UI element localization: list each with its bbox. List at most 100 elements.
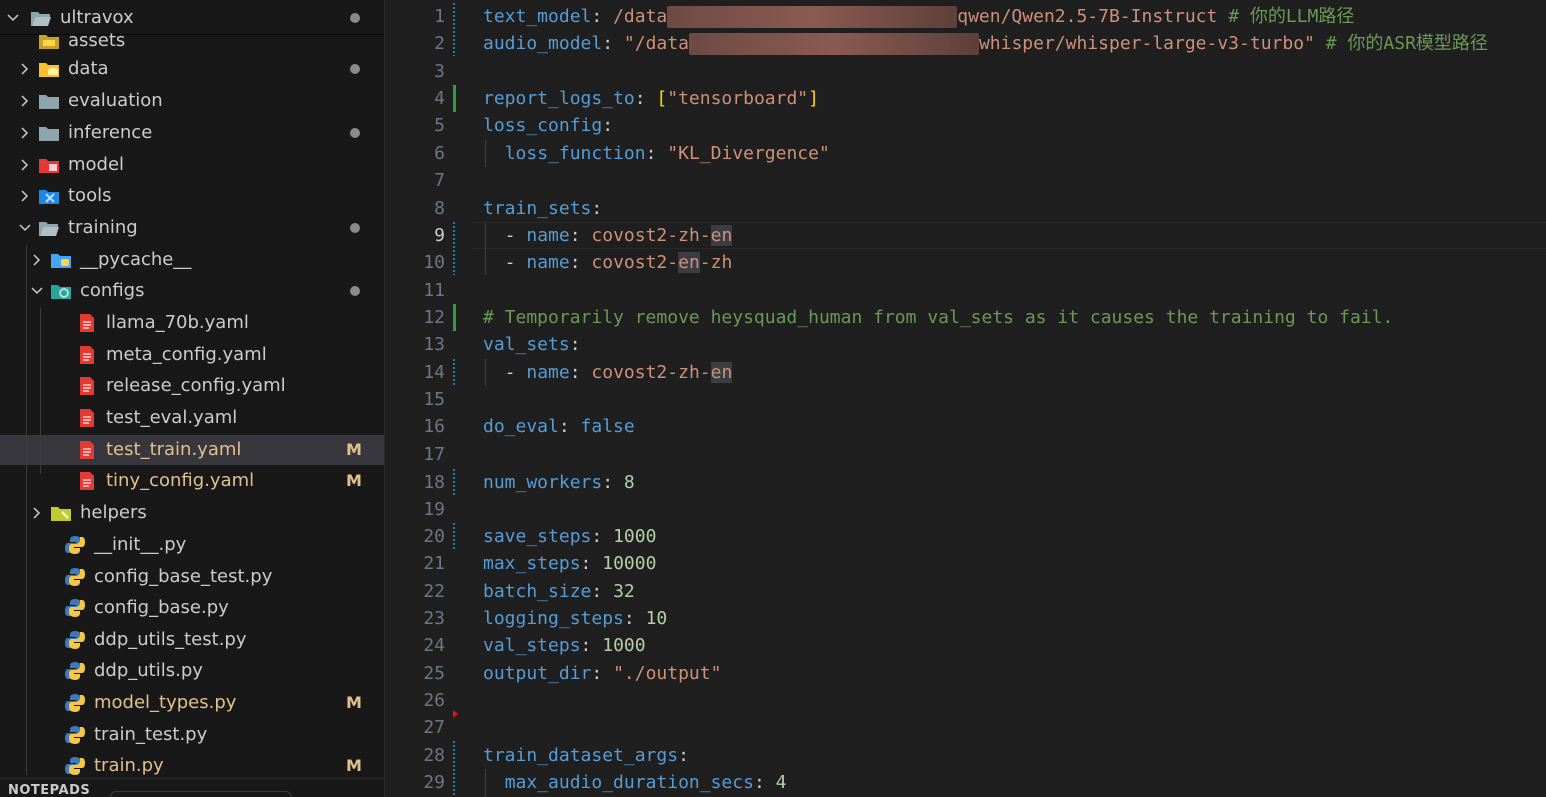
chevron-right-icon (18, 189, 32, 203)
line-number: 9 (434, 225, 445, 246)
item-label: helpers (80, 502, 147, 523)
git-status-badge: M (346, 693, 362, 712)
file-item-init-py[interactable]: __init__.py (0, 530, 384, 560)
code-line-29[interactable]: max_audio_duration_secs: 4 (483, 769, 787, 796)
file-item-tiny-config-yaml[interactable]: tiny_config.yaml M (0, 466, 384, 496)
tree-indent-guide (40, 308, 41, 474)
added-marker (453, 85, 456, 112)
code-line-12[interactable]: # Temporarily remove heysquad_human from… (483, 304, 1393, 331)
code-line-14[interactable]: - name: covost2-zh-en (483, 359, 733, 386)
code-line-1[interactable]: text_model: /data qwen/Qwen2.5-7B-Instruc… (483, 3, 1354, 30)
file-item-train-test-py[interactable]: train_test.py (0, 720, 384, 750)
code-line-25[interactable]: output_dir: "./output" (483, 660, 721, 687)
line-number: 23 (423, 608, 445, 629)
code-line-2[interactable]: audio_model: "/data whisper/whisper-large… (483, 30, 1488, 57)
item-label: train_test.py (94, 724, 208, 745)
file-item-llama-70b-yaml[interactable]: llama_70b.yaml (0, 308, 384, 338)
item-label: configs (80, 280, 145, 301)
line-number: 27 (423, 717, 445, 738)
folder-item-configs[interactable]: configs (0, 276, 384, 306)
file-item-model-types-py[interactable]: model_types.py M (0, 688, 384, 718)
code-line-28[interactable]: train_dataset_args: (483, 742, 689, 769)
added-marker (453, 304, 456, 331)
yaml-file-icon (76, 440, 98, 460)
code-line-20[interactable]: save_steps: 1000 (483, 523, 656, 550)
code-editor[interactable]: 1 2 3 4 5 6 7 8 9 10 11 12 13 14 15 16 17 18 19 20 21 22 23 24 2… (385, 0, 1546, 797)
code-line-13[interactable]: val_sets: (483, 331, 581, 358)
python-file-icon (64, 630, 86, 650)
notepads-scrollbar[interactable] (110, 791, 292, 797)
file-item-release-config-yaml[interactable]: release_config.yaml (0, 371, 384, 401)
code-line-6[interactable]: loss_function: "KL_Divergence" (483, 140, 830, 167)
modified-dot (350, 13, 360, 23)
code-line-4[interactable]: report_logs_to: ["tensorboard"] (483, 85, 819, 112)
modified-marker (453, 359, 455, 386)
item-label: __init__.py (94, 534, 187, 555)
file-item-test-eval-yaml[interactable]: test_eval.yaml (0, 403, 384, 433)
git-status-badge: M (346, 756, 362, 775)
item-label: llama_70b.yaml (106, 312, 249, 333)
yaml-file-icon (76, 313, 98, 333)
file-item-ddp-utils-test-py[interactable]: ddp_utils_test.py (0, 625, 384, 655)
folder-item-helpers[interactable]: helpers (0, 498, 384, 528)
assets-folder-icon (38, 31, 60, 51)
modified-dot (350, 64, 360, 74)
redacted-path (667, 6, 958, 28)
item-label: train.py (94, 755, 164, 776)
line-number: 4 (434, 88, 445, 109)
line-number: 15 (423, 389, 445, 410)
code-line-24[interactable]: val_steps: 1000 (483, 632, 646, 659)
code-line-10[interactable]: - name: covost2-en-zh (483, 249, 732, 276)
tools-folder-icon (38, 186, 60, 206)
line-number: 24 (423, 635, 445, 656)
folder-icon (38, 91, 60, 111)
code-line-18[interactable]: num_workers: 8 (483, 469, 635, 496)
folder-item-training[interactable]: training (0, 213, 384, 243)
yaml-file-icon (76, 345, 98, 365)
chevron-right-icon (18, 94, 32, 108)
item-label: meta_config.yaml (106, 344, 267, 365)
code-line-16[interactable]: do_eval: false (483, 413, 635, 440)
item-label: inference (68, 122, 153, 143)
folder-item-data[interactable]: data (0, 54, 384, 84)
modified-dot (350, 286, 360, 296)
file-item-ddp-utils-py[interactable]: ddp_utils.py (0, 656, 384, 686)
file-item-test-train-yaml[interactable]: test_train.yaml M (0, 435, 384, 465)
item-label: ddp_utils_test.py (94, 629, 247, 650)
python-file-icon (64, 725, 86, 745)
folder-item-evaluation[interactable]: evaluation (0, 86, 384, 116)
folder-item-pycache[interactable]: __pycache__ (0, 245, 384, 275)
item-label: release_config.yaml (106, 375, 286, 396)
deleted-lines-marker (453, 710, 458, 718)
folder-item-inference[interactable]: inference (0, 118, 384, 148)
line-number: 10 (423, 252, 445, 273)
item-label: assets (68, 30, 126, 51)
folder-item-model[interactable]: model (0, 150, 384, 180)
code-line-9[interactable]: - name: covost2-zh-en (483, 222, 733, 249)
notepads-panel-header[interactable]: NOTEPADS (0, 778, 384, 797)
line-number: 14 (423, 362, 445, 383)
chevron-down-icon (18, 221, 32, 235)
file-item-config-base-py[interactable]: config_base.py (0, 593, 384, 623)
item-label: evaluation (68, 90, 163, 111)
line-number: 6 (434, 143, 445, 164)
python-file-icon (64, 598, 86, 618)
code-line-8[interactable]: train_sets: (483, 195, 602, 222)
yaml-file-icon (76, 471, 98, 491)
line-number: 16 (423, 416, 445, 437)
file-item-config-base-test-py[interactable]: config_base_test.py (0, 562, 384, 592)
line-number: 12 (423, 307, 445, 328)
file-item-meta-config-yaml[interactable]: meta_config.yaml (0, 340, 384, 370)
code-line-5[interactable]: loss_config: (483, 112, 613, 139)
line-number: 22 (423, 581, 445, 602)
file-explorer: ultravox assets data evaluation inference mod… (0, 0, 385, 797)
file-item-train-py[interactable]: train.py M (0, 751, 384, 781)
yaml-file-icon (76, 408, 98, 428)
python-file-icon (64, 567, 86, 587)
code-line-21[interactable]: max_steps: 10000 (483, 550, 656, 577)
line-number: 2 (434, 33, 445, 54)
code-line-22[interactable]: batch_size: 32 (483, 578, 635, 605)
code-line-23[interactable]: logging_steps: 10 (483, 605, 667, 632)
folder-item-tools[interactable]: tools (0, 181, 384, 211)
folder-item-assets[interactable]: assets (0, 26, 384, 56)
